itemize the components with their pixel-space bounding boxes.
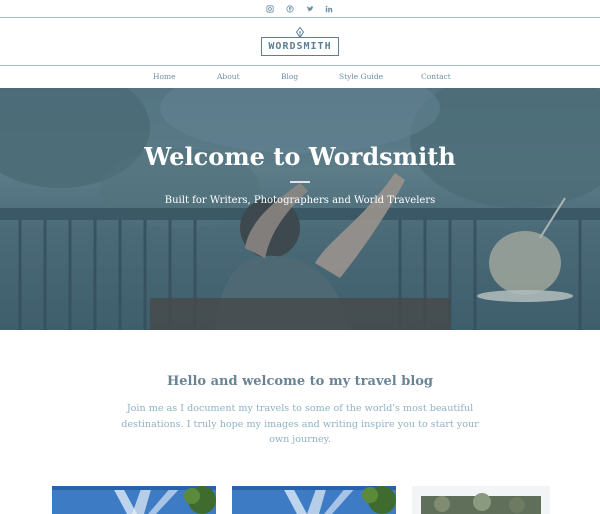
nav-item-style-guide[interactable]: Style Guide: [339, 72, 383, 81]
post-thumbnail: [52, 486, 216, 514]
hero-overlay: [0, 88, 600, 330]
main-nav: Home About Blog Style Guide Contact: [0, 66, 600, 88]
intro-heading: Hello and welcome to my travel blog: [166, 374, 434, 389]
header: WORDSMITH: [0, 18, 600, 66]
instagram-icon[interactable]: [266, 5, 274, 13]
post-card[interactable]: [232, 486, 396, 514]
nav-item-blog[interactable]: Blog: [281, 72, 298, 81]
pinterest-icon[interactable]: [286, 5, 294, 13]
intro-paragraph: Join me as I document my travels to some…: [121, 403, 479, 445]
nav-item-home[interactable]: Home: [153, 72, 176, 81]
post-card[interactable]: [52, 486, 216, 514]
linkedin-icon[interactable]: [325, 5, 333, 13]
social-bar: [0, 0, 600, 18]
post-thumbnail: [232, 486, 396, 514]
nav-item-about[interactable]: About: [217, 72, 240, 81]
hero-banner: Welcome to Wordsmith Built for Writers, …: [0, 88, 600, 330]
hero-subtitle: Built for Writers, Photographers and Wor…: [164, 195, 436, 206]
hero-title: Welcome to Wordsmith: [144, 142, 456, 171]
twitter-icon[interactable]: [306, 5, 314, 13]
site-logo[interactable]: WORDSMITH: [261, 26, 339, 57]
nav-item-contact[interactable]: Contact: [421, 72, 451, 81]
logo-wordmark: WORDSMITH: [261, 36, 339, 56]
post-card[interactable]: [412, 486, 550, 514]
post-thumbnail: [412, 486, 550, 514]
hero-divider: [290, 181, 310, 183]
